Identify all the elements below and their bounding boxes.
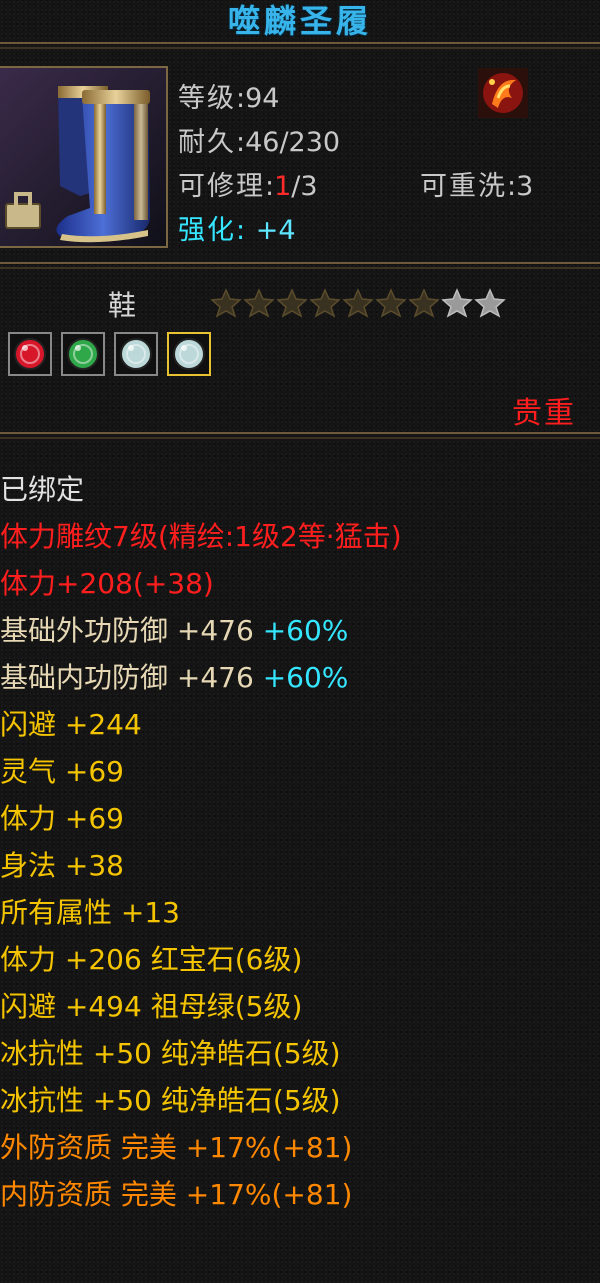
attribute-line: 基础外功防御 +476 +60% [0, 613, 348, 649]
attribute-text: 所有属性 +13 [0, 896, 180, 929]
attribute-line: 体力 +206 红宝石(6级) [0, 942, 302, 978]
attribute-text: 基础外功防御 +476 [0, 614, 254, 647]
star-filled-icon [210, 288, 242, 318]
attribute-text: 外防资质 完美 +17%(+81) [0, 1131, 353, 1164]
repair-stat: 可修理:1/3 [178, 164, 318, 203]
star-rating [210, 288, 506, 318]
attribute-text: 闪避 +494 祖母绿(5级) [0, 990, 303, 1023]
attribute-line: 身法 +38 [0, 848, 124, 884]
repair-label: 可修理 [178, 171, 265, 202]
mid-divider-1 [0, 262, 600, 269]
attribute-line: 冰抗性 +50 纯净皓石(5级) [0, 1083, 341, 1119]
durability-value: :46/230 [236, 127, 341, 158]
attribute-text: 基础内功防御 +476 [0, 661, 254, 694]
attribute-text: 灵气 +69 [0, 755, 124, 788]
durability-stat: 耐久:46/230 [178, 120, 340, 159]
repair-max: /3 [291, 171, 318, 202]
emerald-gem-icon[interactable] [61, 332, 105, 376]
attribute-line: 冰抗性 +50 纯净皓石(5级) [0, 1036, 341, 1072]
star-filled-icon [375, 288, 407, 318]
star-filled-icon [243, 288, 275, 318]
enhance-stat: 强化: +4 [178, 208, 296, 247]
precious-label: 贵重 [512, 396, 576, 431]
attribute-line: 已绑定 [0, 472, 84, 508]
attribute-text: 闪避 +244 [0, 708, 142, 741]
durability-label: 耐久 [178, 127, 236, 158]
white-gem-icon-2[interactable] [167, 332, 211, 376]
white-gem-icon[interactable] [114, 332, 158, 376]
item-name: 噬麟圣履 [227, 2, 372, 40]
star-filled-icon [309, 288, 341, 318]
star-empty-icon [441, 288, 473, 318]
attribute-text: 身法 +38 [0, 849, 124, 882]
repair-current: 1 [274, 171, 292, 202]
gem-slots [8, 332, 211, 376]
attribute-line: 外防资质 完美 +17%(+81) [0, 1130, 352, 1166]
engraving-rune-icon[interactable] [478, 68, 528, 118]
attribute-text: 体力+208(+38) [0, 567, 214, 600]
attribute-line: 闪避 +244 [0, 707, 142, 743]
star-filled-icon [276, 288, 308, 318]
attribute-line: 体力雕纹7级(精绘:1级2等·猛击) [0, 519, 402, 555]
rewash-stat: 可重洗:3 [420, 164, 533, 203]
repair-sep: : [265, 171, 275, 202]
boots-icon [0, 68, 166, 246]
rewash-value: :3 [507, 171, 534, 202]
attribute-bonus: +60% [253, 614, 349, 647]
ruby-gem-icon[interactable] [8, 332, 52, 376]
top-divider [0, 42, 600, 49]
attribute-line: 所有属性 +13 [0, 895, 180, 931]
attribute-line: 体力 +69 [0, 801, 124, 837]
attribute-text: 体力 +206 红宝石(6级) [0, 943, 303, 976]
attribute-bonus: +60% [253, 661, 349, 694]
level-label: 等级 [178, 83, 236, 114]
star-filled-icon [408, 288, 440, 318]
attribute-line: 基础内功防御 +476 +60% [0, 660, 348, 696]
attribute-text: 体力雕纹7级(精绘:1级2等·猛击) [0, 520, 402, 553]
enhance-value: +4 [255, 215, 296, 246]
attribute-text: 冰抗性 +50 纯净皓石(5级) [0, 1037, 341, 1070]
item-icon-frame[interactable] [0, 66, 168, 248]
enhance-label: 强化: [178, 215, 248, 246]
mid-divider-2 [0, 432, 600, 439]
attribute-line: 内防资质 完美 +17%(+81) [0, 1177, 352, 1213]
rewash-label: 可重洗 [420, 171, 507, 202]
attribute-line: 灵气 +69 [0, 754, 124, 790]
attribute-line: 体力+208(+38) [0, 566, 214, 602]
attribute-text: 内防资质 完美 +17%(+81) [0, 1178, 353, 1211]
level-stat: 等级:94 [178, 76, 279, 115]
attribute-text: 已绑定 [0, 473, 85, 506]
attribute-line: 闪避 +494 祖母绿(5级) [0, 989, 302, 1025]
star-filled-icon [342, 288, 374, 318]
star-empty-icon [474, 288, 506, 318]
attribute-text: 冰抗性 +50 纯净皓石(5级) [0, 1084, 341, 1117]
attribute-text: 体力 +69 [0, 802, 124, 835]
level-value: :94 [236, 83, 280, 114]
item-type: 鞋 [108, 289, 137, 322]
